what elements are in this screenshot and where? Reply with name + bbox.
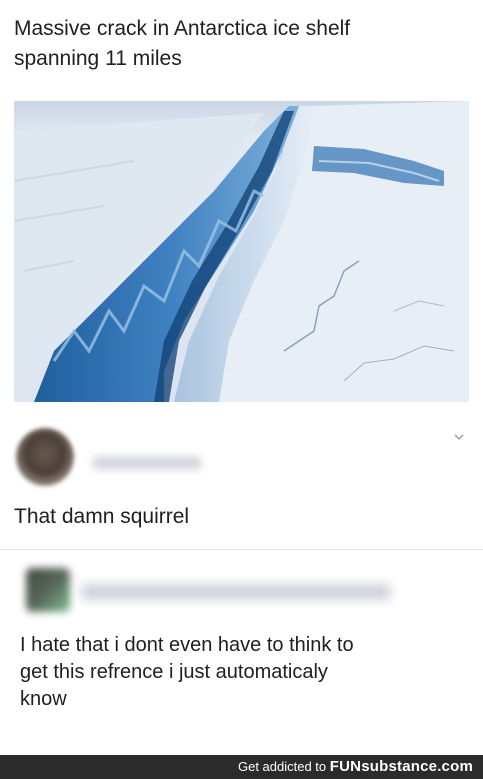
post-title-line-2: spanning 11 miles [14,47,182,70]
comment-text-line-2: get this refrence i just automaticaly [20,661,328,683]
watermark-footer: Get addicted to FUNsubstance.com [0,755,483,779]
footer-prefix: Get addicted to [237,759,330,774]
comment-text-line-3: know [20,688,67,710]
avatar[interactable] [26,568,70,612]
post-title: Massive crack in Antarctica ice shelf sp… [14,14,469,74]
comment-1: That damn squirrel [0,410,483,545]
commenter-name-redacted [92,456,202,470]
footer-brand: FUNsubstance.com [329,758,473,775]
commenter-name-redacted [80,584,392,600]
comment-text-line-1: I hate that i dont even have to think to [20,634,354,656]
comment-text: I hate that i dont even have to think to… [20,632,470,713]
ice-shelf-photo[interactable] [14,101,469,402]
comment-2: I hate that i dont even have to think to… [0,550,483,740]
post-title-line-1: Massive crack in Antarctica ice shelf [14,17,351,40]
chevron-down-icon[interactable] [453,430,465,442]
avatar[interactable] [16,428,74,486]
comment-text: That damn squirrel [14,505,190,528]
